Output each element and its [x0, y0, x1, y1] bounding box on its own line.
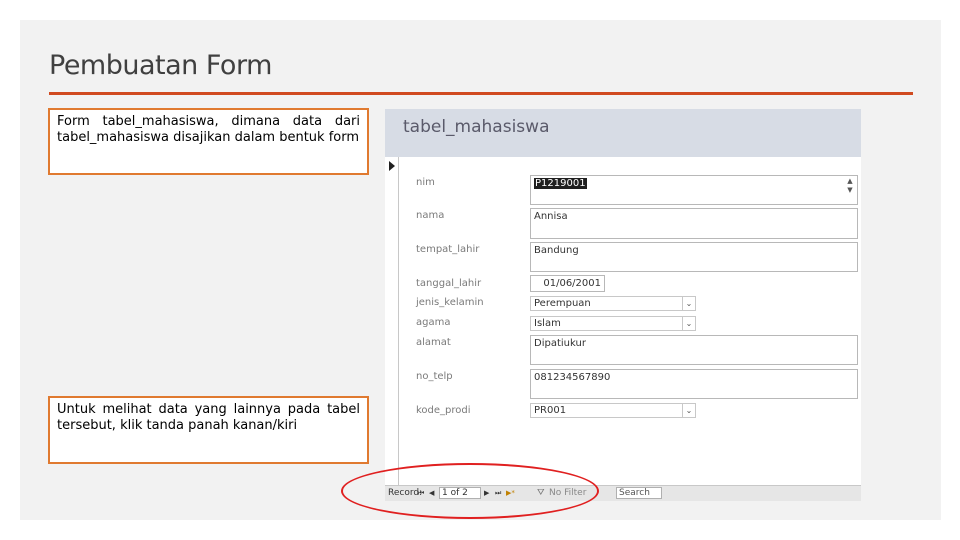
- field-tanggal-lahir[interactable]: 01/06/2001: [530, 275, 605, 292]
- chevron-down-icon[interactable]: ⌄: [682, 404, 695, 417]
- record-pointer-icon: [389, 161, 395, 171]
- label-no-telp: no_telp: [416, 371, 453, 382]
- highlight-ellipse: [341, 463, 599, 519]
- form-title: tabel_mahasiswa: [403, 117, 550, 137]
- note-form-description: Form tabel_mahasiswa, dimana data dari t…: [48, 108, 369, 175]
- label-nim: nim: [416, 177, 435, 188]
- title-divider: [49, 92, 913, 95]
- slide-title: Pembuatan Form: [49, 50, 272, 81]
- combo-jenis-kelamin[interactable]: Perempuan ⌄: [530, 296, 696, 311]
- field-nim[interactable]: P1219001 ▲ ▼: [530, 175, 858, 205]
- combo-agama[interactable]: Islam ⌄: [530, 316, 696, 331]
- field-scroll-arrows-icon[interactable]: ▲ ▼: [845, 177, 855, 195]
- form-header: tabel_mahasiswa: [385, 109, 861, 157]
- label-alamat: alamat: [416, 337, 451, 348]
- field-no-telp[interactable]: 081234567890: [530, 369, 858, 399]
- combo-kode-prodi-value: PR001: [534, 405, 567, 416]
- combo-agama-value: Islam: [534, 318, 561, 329]
- label-nama: nama: [416, 210, 445, 221]
- field-tempat-lahir[interactable]: Bandung: [530, 242, 858, 272]
- chevron-down-icon[interactable]: ⌄: [682, 317, 695, 330]
- label-tanggal-lahir: tanggal_lahir: [416, 278, 482, 289]
- field-alamat[interactable]: Dipatiukur: [530, 335, 858, 365]
- note-navigation-hint: Untuk melihat data yang lainnya pada tab…: [48, 396, 369, 464]
- label-kode-prodi: kode_prodi: [416, 405, 471, 416]
- label-jenis-kelamin: jenis_kelamin: [416, 297, 484, 308]
- combo-kode-prodi[interactable]: PR001 ⌄: [530, 403, 696, 418]
- field-nama[interactable]: Annisa: [530, 208, 858, 239]
- record-selector[interactable]: [385, 157, 399, 487]
- field-nim-value: P1219001: [534, 178, 587, 189]
- search-input[interactable]: Search: [616, 487, 662, 499]
- access-form-window: tabel_mahasiswa nim P1219001 ▲ ▼ nama Ann…: [385, 109, 861, 501]
- combo-jenis-kelamin-value: Perempuan: [534, 298, 591, 309]
- label-agama: agama: [416, 317, 451, 328]
- slide: Pembuatan Form Form tabel_mahasiswa, dim…: [20, 20, 941, 520]
- chevron-down-icon[interactable]: ⌄: [682, 297, 695, 310]
- label-tempat-lahir: tempat_lahir: [416, 244, 480, 255]
